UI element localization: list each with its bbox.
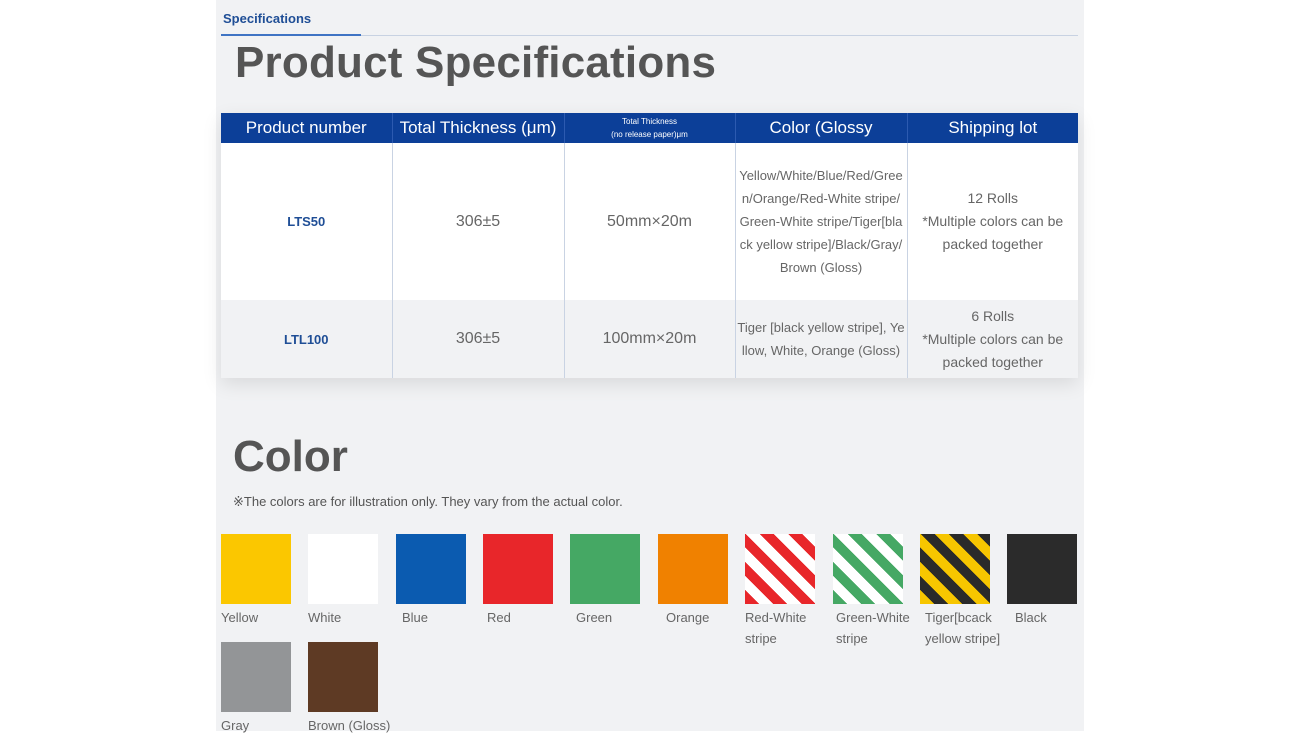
swatch-label: Black xyxy=(1015,610,1047,625)
swatch-red: Red xyxy=(483,534,553,628)
header-shipping-lot: Shipping lot xyxy=(907,113,1078,143)
tab-specifications[interactable]: Specifications xyxy=(223,11,311,26)
swatch-label: Red xyxy=(487,610,511,625)
swatch-label: White xyxy=(308,610,342,625)
header-small-line-1: Total Thickness xyxy=(622,117,677,126)
spec-table: Product number Total Thickness (μm) Tota… xyxy=(221,113,1078,378)
swatch-box xyxy=(221,642,291,712)
lot-note: *Multiple colors can be packed together xyxy=(922,213,1064,252)
swatch-yellow: Yellow xyxy=(221,534,291,628)
color-disclaimer: ※The colors are for illustration only. T… xyxy=(233,494,623,509)
size-cell: 100mm×20m xyxy=(564,300,736,378)
swatch-orange: Orange xyxy=(658,534,728,628)
swatch-box xyxy=(745,534,815,604)
thickness-cell: 306±5 xyxy=(392,300,565,378)
header-product-number: Product number xyxy=(221,113,393,143)
swatch-black: Black xyxy=(1007,534,1077,628)
page-title: Product Specifications xyxy=(235,38,717,87)
swatch-box xyxy=(920,534,990,604)
header-color: Color (Glossy xyxy=(735,113,908,143)
swatch-tiger-stripe: Tiger[bcack yellow stripe] xyxy=(920,534,1000,649)
lot-note: *Multiple colors can be packed together xyxy=(922,330,1064,370)
swatch-label: Brown (Gloss) xyxy=(308,718,391,733)
swatch-label-line-1: Green-White xyxy=(836,610,910,625)
product-number-cell: LTL100 xyxy=(221,300,393,378)
swatch-box xyxy=(308,642,378,712)
swatch-box xyxy=(396,534,466,604)
swatch-box xyxy=(221,534,291,604)
swatch-box xyxy=(308,534,378,604)
header-thickness-no-release: Total Thickness (no release paper)μm xyxy=(564,113,736,143)
color-section-title: Color xyxy=(233,432,348,481)
table-header-row: Product number Total Thickness (μm) Tota… xyxy=(221,113,1078,143)
swatch-brown: Brown (Gloss) xyxy=(308,642,391,736)
tab-active-indicator xyxy=(221,34,361,36)
swatch-label-line-2: stripe xyxy=(745,631,777,646)
swatch-label: Blue xyxy=(402,610,429,625)
table-row: LTS50 306±5 50mm×20m Yellow/White/Blue/R… xyxy=(221,143,1078,300)
swatch-gray: Gray xyxy=(221,642,291,736)
size-cell: 50mm×20m xyxy=(564,143,736,300)
swatch-label: Green xyxy=(576,610,613,625)
header-small-line-2: (no release paper)μm xyxy=(611,130,688,139)
swatch-label: Gray xyxy=(221,718,250,733)
swatch-label-line-1: Red-White xyxy=(745,610,807,625)
swatch-red-white-stripe: Red-White stripe xyxy=(745,534,815,649)
swatch-label: Yellow xyxy=(221,610,259,625)
swatch-box xyxy=(483,534,553,604)
color-cell: Yellow/White/Blue/Red/Green/Orange/Red-W… xyxy=(735,143,908,300)
swatch-box xyxy=(570,534,640,604)
swatch-label-line-2: stripe xyxy=(836,631,868,646)
swatch-green-white-stripe: Green-White stripe xyxy=(833,534,910,649)
swatch-box xyxy=(833,534,903,604)
shipping-lot-cell: 12 Rolls *Multiple colors can be packed … xyxy=(907,143,1078,300)
swatch-label-line-1: Tiger[bcack xyxy=(925,610,992,625)
header-total-thickness: Total Thickness (μm) xyxy=(392,113,565,143)
swatch-label: Orange xyxy=(666,610,710,625)
lot-quantity: 6 Rolls xyxy=(971,307,1015,324)
product-number-cell: LTS50 xyxy=(221,143,393,300)
swatch-label: Red-White stripe xyxy=(745,607,815,649)
swatch-box xyxy=(1007,534,1077,604)
swatch-label-line-2: yellow stripe] xyxy=(925,631,1001,646)
shipping-lot-cell: 6 Rolls *Multiple colors can be packed t… xyxy=(907,300,1078,378)
swatch-box xyxy=(658,534,728,604)
swatch-label: Tiger[bcack yellow stripe] xyxy=(920,607,1000,649)
swatch-label: Green-White stripe xyxy=(833,607,910,649)
swatch-blue: Blue xyxy=(396,534,466,628)
swatch-white: White xyxy=(308,534,378,628)
thickness-cell: 306±5 xyxy=(392,143,565,300)
swatch-green: Green xyxy=(570,534,640,628)
table-row: LTL100 306±5 100mm×20m Tiger [black yell… xyxy=(221,300,1078,378)
color-cell: Tiger [black yellow stripe], Yellow, Whi… xyxy=(735,300,908,378)
page: Specifications Product Specifications Pr… xyxy=(216,0,1084,733)
lot-quantity: 12 Rolls xyxy=(967,190,1019,206)
